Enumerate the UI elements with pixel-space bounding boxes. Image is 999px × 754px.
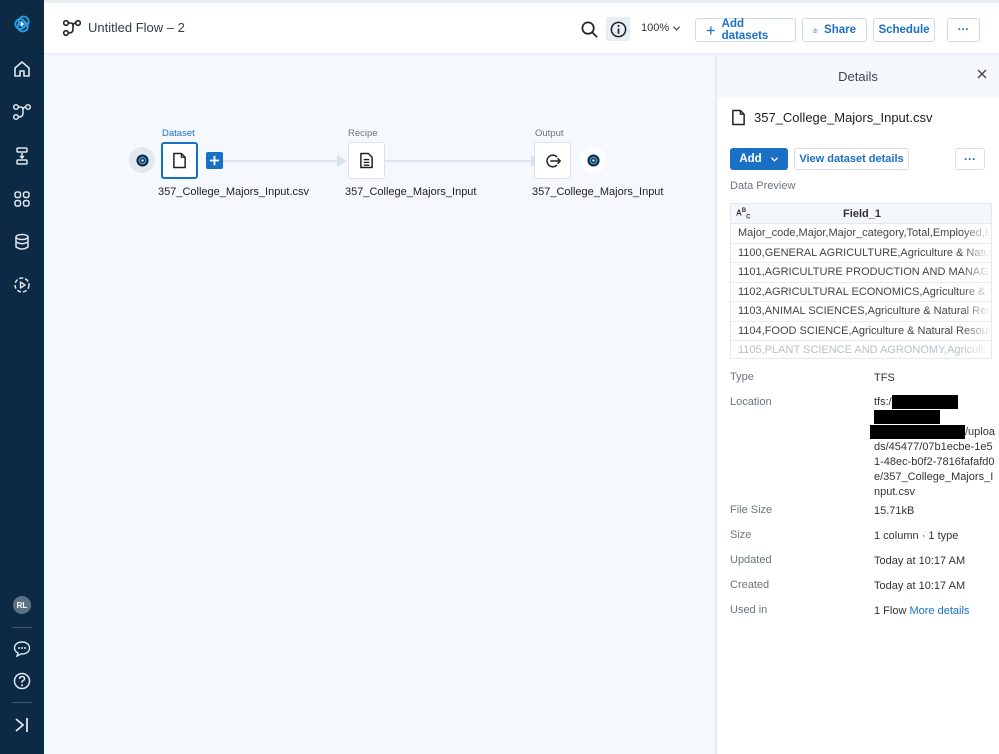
output-connector[interactable] <box>580 147 606 173</box>
play-circle-icon[interactable] <box>0 270 44 300</box>
add-dropdown-button[interactable]: Add <box>730 148 788 170</box>
column-header: Field_1 <box>843 208 881 220</box>
node-type-label: Dataset <box>162 128 195 139</box>
type-value: TFS <box>874 372 895 384</box>
location-key: Location <box>730 396 772 408</box>
share-button[interactable]: Share <box>802 18 867 42</box>
used-in-value: 1 Flow More details <box>874 604 994 619</box>
type-key: Type <box>730 371 754 383</box>
home-icon[interactable] <box>0 54 44 84</box>
add-user-icon <box>813 27 818 33</box>
redacted-block <box>870 425 965 439</box>
preview-row: 1103,ANIMAL SCIENCES,Agriculture & Natur… <box>731 302 991 322</box>
flow-icon[interactable] <box>0 97 44 127</box>
preview-row: 1104,FOOD SCIENCE,Agriculture & Natural … <box>731 321 991 341</box>
output-node[interactable] <box>534 142 571 179</box>
details-file: 357_College_Majors_Input.csv <box>731 109 933 126</box>
grid-icon[interactable] <box>0 184 44 214</box>
details-panel: Details 357_College_Majors_Input.csv Add… <box>715 55 999 754</box>
nav-divider <box>12 627 32 628</box>
add-label: Add <box>739 153 762 165</box>
file-icon <box>732 109 745 126</box>
database-icon[interactable] <box>0 227 44 257</box>
details-header: Details <box>717 55 999 98</box>
plan-icon[interactable] <box>0 141 44 171</box>
data-preview-label: Data Preview <box>730 180 796 192</box>
preview-row: 1101,AGRICULTURE PRODUCTION AND MANAGEME… <box>731 263 991 283</box>
location-prefix: tfs:/ <box>874 396 892 408</box>
created-value: Today at 10:17 AM <box>874 580 966 592</box>
help-icon[interactable] <box>0 666 44 696</box>
zoom-level: 100% <box>641 22 670 34</box>
used-in-count: 1 Flow <box>874 605 907 617</box>
file-size-value: 15.71kB <box>874 505 915 517</box>
flow-title-icon <box>62 19 82 37</box>
search-icon[interactable] <box>577 17 601 41</box>
preview-header: ABC Field_1 <box>731 204 991 224</box>
zoom-select[interactable]: 100% <box>641 22 681 34</box>
collapse-icon[interactable] <box>0 710 44 740</box>
node-type-label: Recipe <box>348 128 378 139</box>
size-value: 1 column · 1 type <box>874 530 959 542</box>
flow-edge <box>385 160 535 162</box>
details-file-name: 357_College_Majors_Input.csv <box>754 110 933 125</box>
file-size-key: File Size <box>730 504 773 516</box>
left-nav: RL <box>0 0 44 754</box>
info-icon[interactable] <box>606 17 630 41</box>
preview-row: Major_code,Major,Major_category,Total,Em… <box>731 224 991 244</box>
more-options-button[interactable]: ··· <box>947 18 980 42</box>
node-name: 357_College_Majors_Input <box>345 186 477 198</box>
used-in-key: Used in <box>730 604 768 616</box>
redacted-block <box>874 410 940 424</box>
preview-row: 1102,AGRICULTURAL ECONOMICS,Agriculture … <box>731 282 991 302</box>
plus-icon <box>209 155 220 166</box>
output-icon <box>545 153 561 168</box>
recipe-node[interactable] <box>348 142 385 179</box>
node-type-label: Output <box>535 128 564 139</box>
connector-dot-icon <box>135 153 149 167</box>
node-name: 357_College_Majors_Input <box>532 186 664 198</box>
size-key: Size <box>730 529 752 541</box>
more-details-link[interactable]: More details <box>909 605 969 617</box>
chevron-down-icon <box>673 25 681 31</box>
flow-title[interactable]: Untitled Flow – 2 <box>88 20 185 35</box>
data-preview-table[interactable]: ABC Field_1 Major_code,Major,Major_categ… <box>730 203 992 359</box>
chevron-down-icon <box>770 156 778 162</box>
chat-icon[interactable] <box>0 634 44 664</box>
updated-key: Updated <box>730 554 772 566</box>
preview-row: 1100,GENERAL AGRICULTURE,Agriculture & N… <box>731 243 991 263</box>
plus-icon <box>706 25 715 35</box>
details-title: Details <box>838 69 878 84</box>
flow-canvas[interactable]: Dataset 357_College_Majors_Input.csv Rec… <box>44 55 715 754</box>
node-name: 357_College_Majors_Input.csv <box>158 186 310 198</box>
redacted-block <box>891 395 958 409</box>
share-label: Share <box>824 24 856 36</box>
app-logo-icon[interactable] <box>0 9 44 39</box>
updated-value: Today at 10:17 AM <box>874 555 966 567</box>
arrow-icon <box>337 155 347 167</box>
close-icon[interactable] <box>975 67 989 81</box>
add-datasets-label: Add datasets <box>721 18 769 42</box>
location-value: tfs:/ /uploads/45477/07b1ecbe-1e51-48ec-… <box>870 395 996 500</box>
flow-edge <box>223 160 341 162</box>
schedule-button[interactable]: Schedule <box>873 18 935 42</box>
connector-dot-icon <box>586 153 600 167</box>
top-bar: Untitled Flow – 2 100% Add datasets Shar… <box>44 0 999 55</box>
created-key: Created <box>730 579 770 591</box>
details-more-button[interactable]: ··· <box>955 148 985 170</box>
avatar[interactable]: RL <box>13 596 31 614</box>
add-step-button[interactable] <box>206 152 223 169</box>
add-datasets-button[interactable]: Add datasets <box>695 18 796 42</box>
nav-divider <box>12 702 32 703</box>
file-icon <box>173 152 186 169</box>
view-dataset-details-button[interactable]: View dataset details <box>794 148 909 170</box>
source-connector[interactable] <box>129 147 155 173</box>
recipe-icon <box>360 152 373 169</box>
dataset-node[interactable] <box>161 142 198 179</box>
app: RL Untitled Flow – 2 100% Add datasets S… <box>0 0 999 754</box>
preview-row: 1105,PLANT SCIENCE AND AGRONOMY,Agricult… <box>731 341 991 358</box>
